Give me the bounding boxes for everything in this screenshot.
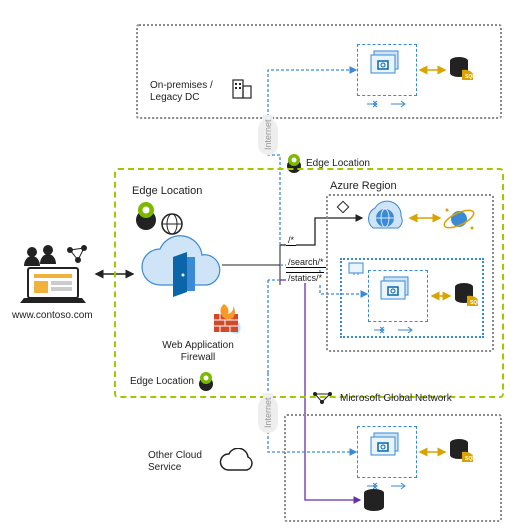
cloud-icon bbox=[218, 448, 258, 474]
svg-text:SQL: SQL bbox=[465, 456, 473, 462]
sql-database-icon: SQL bbox=[447, 56, 473, 84]
ms-global-network-label: Microsoft Global Network bbox=[340, 393, 452, 405]
route-search: /search/* bbox=[286, 257, 326, 268]
vm-scale-set-icon-3 bbox=[368, 430, 408, 466]
location-pin-icon-3 bbox=[196, 370, 216, 392]
edge-location-label-bottom: Edge Location bbox=[130, 376, 194, 388]
svg-text:SQL: SQL bbox=[470, 300, 478, 306]
other-cloud-label: Other Cloud Service bbox=[148, 450, 218, 474]
route-statics: /statics/* bbox=[286, 272, 324, 283]
firewall-icon bbox=[210, 300, 246, 336]
azure-region-title: Azure Region bbox=[330, 180, 397, 193]
vm-icon bbox=[348, 262, 364, 276]
internet-label-bottom: Internet bbox=[263, 393, 273, 432]
onprem-title: On-premises / Legacy DC bbox=[150, 80, 230, 104]
svg-text:SQL: SQL bbox=[465, 74, 473, 80]
client-url: www.contoso.com bbox=[12, 310, 93, 322]
scale-arrows-icon bbox=[365, 98, 409, 110]
internet-label-top: Internet bbox=[263, 115, 273, 154]
cosmos-db-icon bbox=[442, 202, 478, 236]
globe-icon bbox=[160, 212, 184, 236]
vm-scale-set-icon-2 bbox=[378, 274, 418, 310]
edge-location-title: Edge Location bbox=[132, 185, 202, 198]
route-root: /* bbox=[286, 235, 296, 246]
waf-label: Web Application Firewall bbox=[148, 340, 248, 364]
building-icon bbox=[230, 76, 254, 100]
app-tile-icon bbox=[336, 200, 350, 214]
sql-database-icon-2: SQL bbox=[452, 282, 478, 310]
sql-database-icon-3: SQL bbox=[447, 438, 473, 466]
front-door-icon bbox=[135, 235, 225, 307]
location-pin-icon-2 bbox=[132, 200, 160, 230]
network-icon bbox=[310, 390, 336, 406]
database-icon bbox=[362, 488, 386, 516]
users-icon bbox=[18, 244, 94, 304]
vm-scale-set-icon bbox=[368, 48, 408, 84]
scale-arrows-icon-2 bbox=[372, 324, 416, 336]
app-service-icon bbox=[365, 200, 405, 236]
